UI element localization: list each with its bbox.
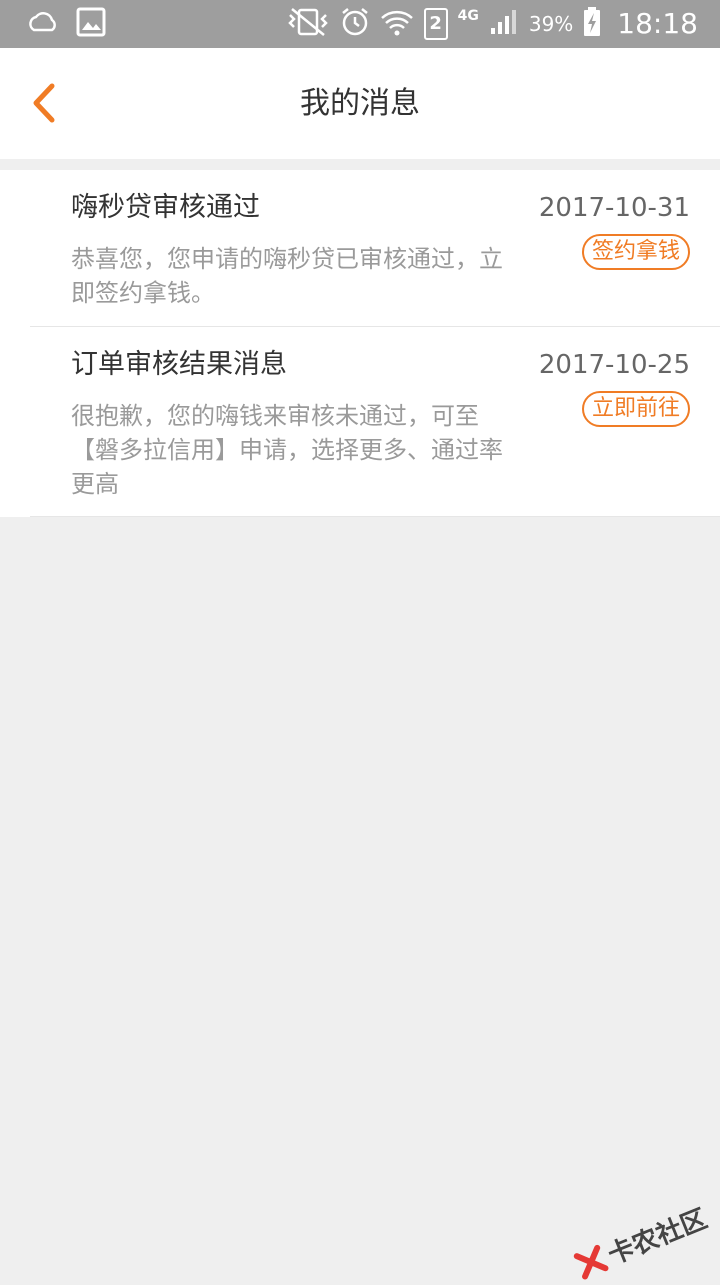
battery-percent: 39% (528, 12, 574, 36)
back-button[interactable] (22, 78, 66, 128)
status-bar: 2 4G 39% 18:18 (0, 0, 720, 48)
sim-indicator: 2 (423, 8, 448, 40)
watermark-logo: 卡农社区 (570, 1198, 712, 1284)
watermark-icon (573, 1244, 609, 1280)
message-body: 恭喜您，您申请的嗨秒贷已审核通过，立即签约拿钱。 (71, 245, 503, 307)
message-date: 2017-10-31 (538, 193, 690, 223)
weather-icon (26, 8, 60, 40)
vibrate-icon (286, 7, 330, 41)
list-item[interactable]: 订单审核结果消息 2017-10-25 很抱歉，您的嗨钱来审核未通过，可至【磐多… (30, 327, 720, 517)
go-now-button[interactable]: 立即前往 (581, 391, 690, 427)
signal-icon (489, 8, 519, 40)
gallery-icon (76, 7, 106, 41)
message-body: 很抱歉，您的嗨钱来审核未通过，可至【磐多拉信用】申请，选择更多、通过率更高 (71, 402, 503, 498)
battery-icon (583, 7, 601, 41)
page-title: 我的消息 (300, 86, 420, 121)
alarm-icon (340, 7, 370, 41)
list-item[interactable]: 嗨秒贷审核通过 2017-10-31 恭喜您，您申请的嗨秒贷已审核通过，立即签约… (30, 170, 720, 327)
wifi-icon (380, 7, 414, 41)
navigation-bar: 我的消息 (0, 48, 720, 159)
message-list: 嗨秒贷审核通过 2017-10-31 恭喜您，您申请的嗨秒贷已审核通过，立即签约… (0, 170, 720, 517)
chevron-left-icon (33, 83, 55, 123)
message-date: 2017-10-25 (538, 350, 690, 380)
network-type: 4G (457, 8, 479, 24)
watermark-text: 卡农社区 (603, 1204, 712, 1271)
message-title: 订单审核结果消息 (71, 349, 287, 380)
clock: 18:18 (617, 7, 698, 40)
message-title: 嗨秒贷审核通过 (71, 192, 260, 223)
sign-and-get-money-button[interactable]: 签约拿钱 (581, 234, 690, 270)
